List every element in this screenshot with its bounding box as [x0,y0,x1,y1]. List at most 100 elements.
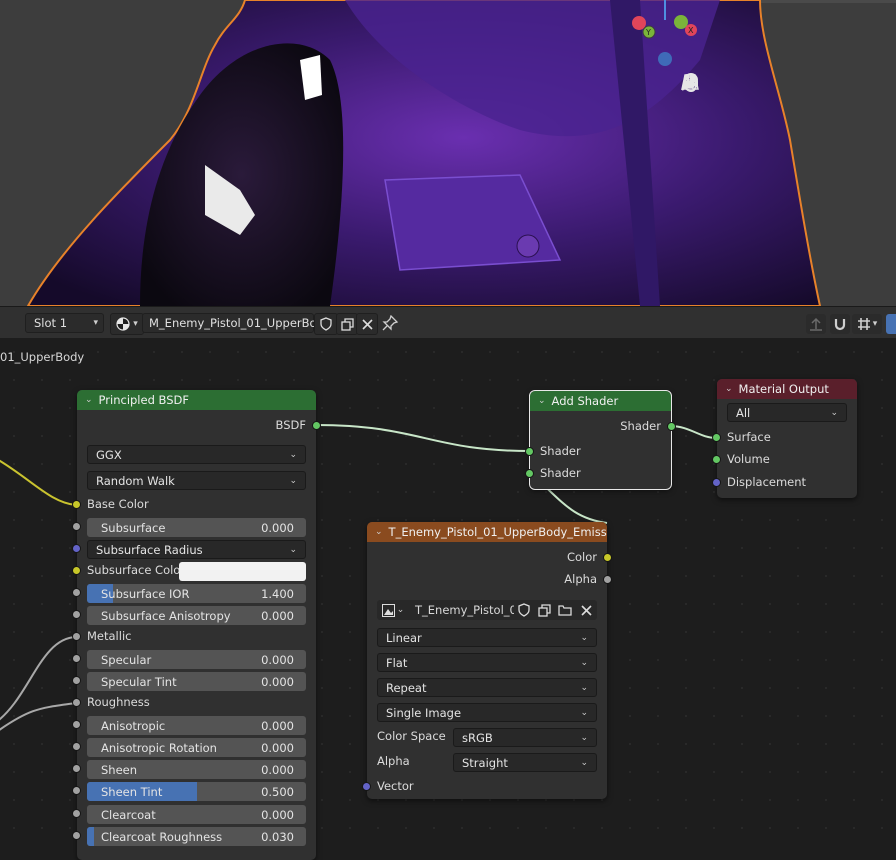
node-header[interactable]: ⌄ T_Enemy_Pistol_01_UpperBody_Emissive..… [367,522,607,542]
anisotropic-socket[interactable] [72,720,81,729]
snap-mode-dropdown[interactable]: ▾ [852,314,882,334]
sheen-tint-socket[interactable] [72,786,81,795]
shader-input-socket-1[interactable] [525,447,534,456]
hand-pan-icon[interactable] [680,74,706,130]
interpolation-select[interactable]: Linear ⌄ [377,628,597,647]
overlay-toggle[interactable] [886,314,896,334]
image-browse-button[interactable]: ⌄ [377,600,409,620]
clearcoat-roughness-socket[interactable] [72,831,81,840]
subsurface-method-select[interactable]: Random Walk ⌄ [87,471,306,490]
chevron-down-icon[interactable]: ⌄ [85,395,93,405]
3d-viewport[interactable]: Y X [0,0,896,306]
fake-user-button[interactable] [514,600,534,620]
subsurface-anisotropy-socket[interactable] [72,610,81,619]
sheen-field[interactable]: Sheen 0.000 [87,760,306,779]
roughness-socket[interactable] [72,698,81,707]
specular-socket[interactable] [72,654,81,663]
anisotropic-rotation-socket[interactable] [72,742,81,751]
volume-socket[interactable] [712,455,721,464]
extension-value: Repeat [386,680,427,695]
chevron-down-icon: ⌄ [289,475,297,486]
chevron-down-icon: ⌄ [289,544,297,555]
parent-node-tree-button[interactable] [806,314,826,334]
chevron-down-icon[interactable]: ⌄ [725,384,733,394]
projection-select[interactable]: Flat ⌄ [377,653,597,672]
color-space-select[interactable]: sRGB ⌄ [453,728,597,747]
unlink-material-button[interactable] [356,313,378,335]
snap-toggle[interactable] [830,314,850,334]
field-value: 0.000 [261,520,294,535]
duplicate-material-button[interactable] [336,313,358,335]
sheen-socket[interactable] [72,764,81,773]
material-browse-button[interactable]: ▾ [110,313,144,335]
color-output-socket[interactable] [603,553,612,562]
subsurface-field[interactable]: Subsurface 0.000 [87,518,306,537]
subsurface-radius-socket[interactable] [72,544,81,553]
svg-text:Y: Y [645,28,651,37]
distribution-select[interactable]: GGX ⌄ [87,445,306,464]
subsurface-anisotropy-field[interactable]: Subsurface Anisotropy 0.000 [87,606,306,625]
specular-tint-field[interactable]: Specular Tint 0.000 [87,672,306,691]
node-title: Material Output [738,382,829,396]
pin-icon[interactable] [382,314,399,334]
field-label: Clearcoat [101,807,156,822]
surface-socket[interactable] [712,433,721,442]
open-image-button[interactable] [554,600,575,620]
extension-select[interactable]: Repeat ⌄ [377,678,597,697]
add-shader-to-surface-link [669,425,717,439]
alpha-mode-select[interactable]: Straight ⌄ [453,753,597,772]
displacement-socket[interactable] [712,478,721,487]
subsurface-method-value: Random Walk [96,473,175,488]
alpha-output-socket[interactable] [603,575,612,584]
base-color-label: Base Color [87,497,149,511]
distribution-value: GGX [96,447,122,462]
node-editor-canvas[interactable]: 01_UpperBody ⌄ Principled BSDF BSDF GGX ⌄… [0,338,896,860]
clearcoat-roughness-field[interactable]: Clearcoat Roughness 0.030 [87,827,306,846]
vector-socket[interactable] [362,782,371,791]
sheen-tint-field[interactable]: Sheen Tint 0.500 [87,782,306,801]
material-name-field[interactable]: M_Enemy_Pistol_01_UpperBody [142,313,331,333]
subsurface-color-swatch[interactable] [179,562,306,581]
shader-input-socket-2[interactable] [525,469,534,478]
fake-user-button[interactable] [314,313,338,335]
bsdf-output-socket[interactable] [312,421,321,430]
render-target-select[interactable]: All ⌄ [727,403,847,422]
subsurface-radius-select[interactable]: Subsurface Radius ⌄ [87,540,306,559]
specular-tint-socket[interactable] [72,676,81,685]
slot-dropdown[interactable]: Slot 1 ▾ [25,313,104,333]
clearcoat-socket[interactable] [72,809,81,818]
navigation-gizmo[interactable]: Y X [630,0,700,70]
metallic-socket[interactable] [72,632,81,641]
subsurface-ior-field[interactable]: Subsurface IOR 1.400 [87,584,306,603]
chevron-down-icon[interactable]: ⌄ [538,396,546,406]
chevron-down-icon: ▾ [133,319,138,329]
clearcoat-field[interactable]: Clearcoat 0.000 [87,805,306,824]
add-shader-node[interactable]: ⌄ Add Shader Shader Shader Shader [525,390,676,490]
source-value: Single Image [386,705,462,720]
chevron-down-icon: ⌄ [580,682,588,693]
chevron-down-icon[interactable]: ⌄ [375,527,383,537]
principled-bsdf-node[interactable]: ⌄ Principled BSDF BSDF GGX ⌄ Random Walk ⌄… [72,390,321,860]
grid-perspective-icon[interactable] [680,74,706,190]
anisotropic-field[interactable]: Anisotropic 0.000 [87,716,306,735]
unlink-image-button[interactable] [575,600,597,620]
node-header[interactable]: ⌄ Principled BSDF [77,390,316,410]
shader-output-socket[interactable] [667,422,676,431]
subsurface-ior-socket[interactable] [72,588,81,597]
alpha-output-label: Alpha [564,572,597,586]
field-label: Specular Tint [101,674,177,689]
node-header[interactable]: ⌄ Add Shader [530,391,671,411]
image-name-field[interactable]: T_Enemy_Pistol_0... [409,600,514,620]
subsurface-socket[interactable] [72,522,81,531]
node-header[interactable]: ⌄ Material Output [717,379,857,399]
material-output-node[interactable]: ⌄ Material Output All ⌄ Surface Volume Di… [712,379,857,498]
field-value: 0.000 [261,608,294,623]
subsurface-color-socket[interactable] [72,566,81,575]
source-select[interactable]: Single Image ⌄ [377,703,597,722]
base-color-socket[interactable] [72,500,81,509]
anisotropic-rotation-field[interactable]: Anisotropic Rotation 0.000 [87,738,306,757]
image-texture-node[interactable]: ⌄ T_Enemy_Pistol_01_UpperBody_Emissive..… [362,522,612,799]
camera-icon[interactable] [680,74,706,160]
specular-field[interactable]: Specular 0.000 [87,650,306,669]
duplicate-image-button[interactable] [534,600,554,620]
